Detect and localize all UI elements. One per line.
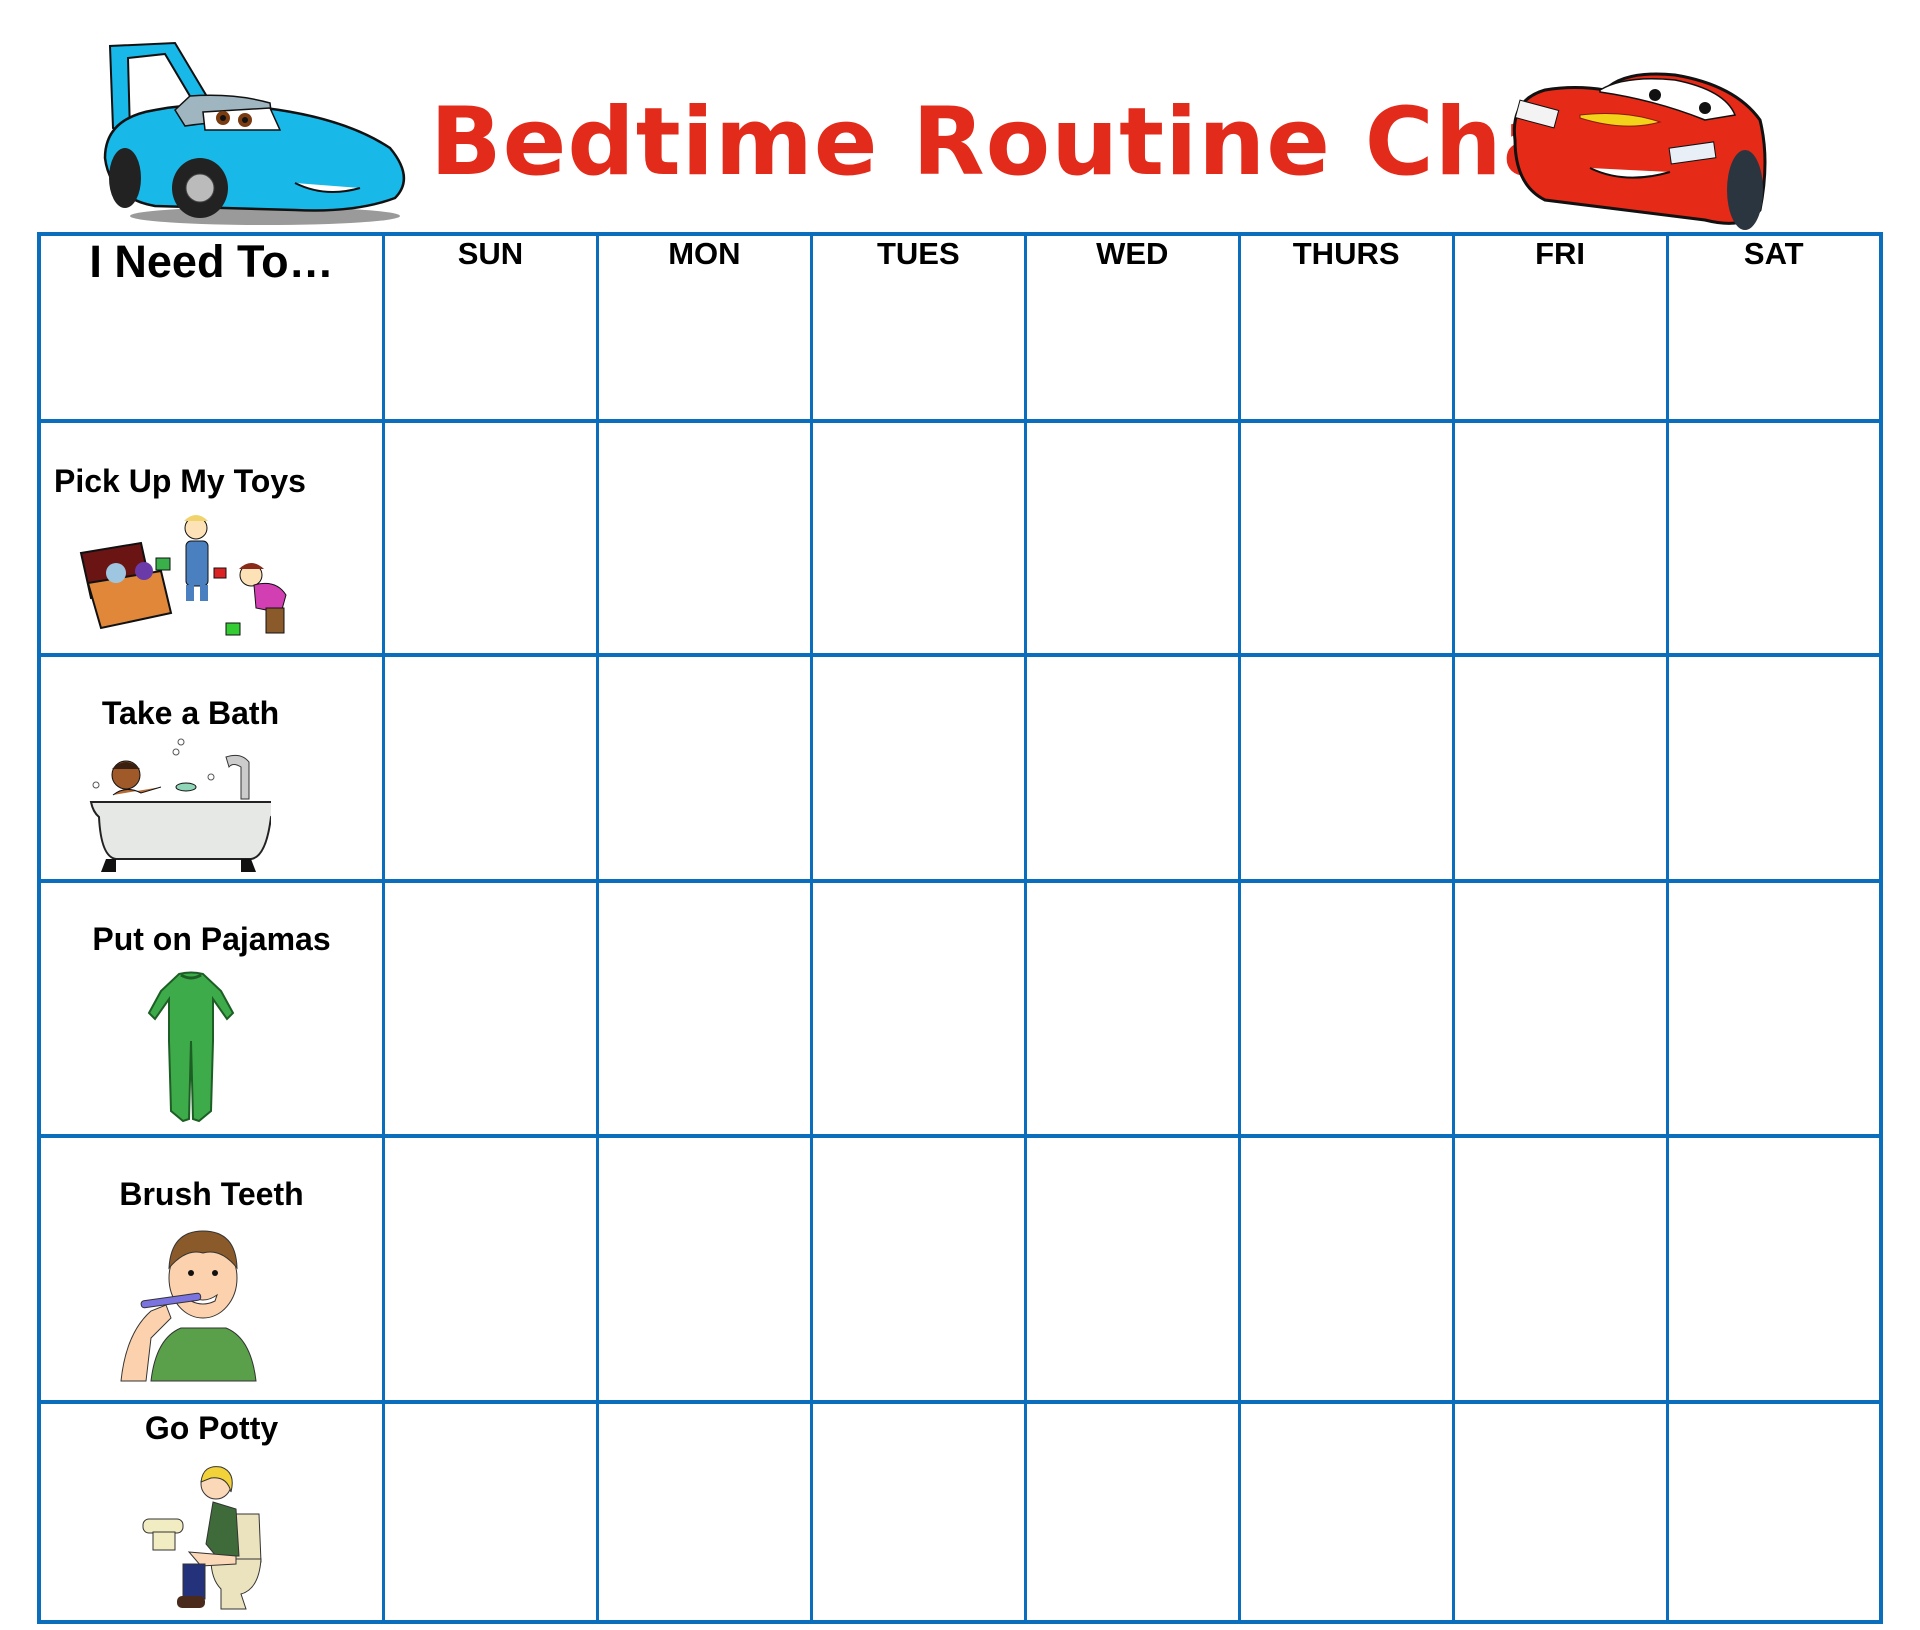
task-label: Pick Up My Toys <box>54 463 306 499</box>
header-row: I Need To… SUN MON TUES WED THURS FRI SA… <box>37 232 1883 423</box>
potty-icon <box>142 1466 262 1610</box>
check-cell-thurs[interactable] <box>1237 1400 1455 1624</box>
day-header-sat: SAT <box>1665 232 1883 423</box>
red-race-car-icon <box>1512 72 1767 230</box>
check-cell-thurs[interactable] <box>1237 879 1455 1138</box>
task-label: Take a Bath <box>101 695 280 731</box>
task-row-take-bath: Take a Bath <box>37 653 1883 883</box>
task-cell: Brush Teeth <box>37 1134 385 1404</box>
check-cell-tues[interactable] <box>809 879 1027 1138</box>
check-cell-fri[interactable] <box>1451 1400 1669 1624</box>
task-row-pick-up-toys: Pick Up My Toys <box>37 419 1883 657</box>
pajamas-icon <box>147 971 235 1123</box>
check-cell-thurs[interactable] <box>1237 653 1455 883</box>
check-cell-mon[interactable] <box>595 1400 813 1624</box>
day-header-mon: MON <box>595 232 813 423</box>
check-cell-tues[interactable] <box>809 1400 1027 1624</box>
task-label: Go Potty <box>144 1410 279 1446</box>
check-cell-fri[interactable] <box>1451 419 1669 657</box>
check-cell-wed[interactable] <box>1023 419 1241 657</box>
day-header-tues: TUES <box>809 232 1027 423</box>
task-cell: Take a Bath <box>37 653 385 883</box>
task-cell: Pick Up My Toys <box>37 419 385 657</box>
toothbrush-boy-icon <box>120 1230 257 1382</box>
check-cell-mon[interactable] <box>595 879 813 1138</box>
check-cell-wed[interactable] <box>1023 1134 1241 1404</box>
check-cell-fri[interactable] <box>1451 879 1669 1138</box>
check-cell-thurs[interactable] <box>1237 1134 1455 1404</box>
task-cell: Go Potty <box>37 1400 385 1624</box>
day-header-fri: FRI <box>1451 232 1669 423</box>
day-header-thurs: THURS <box>1237 232 1455 423</box>
check-cell-sat[interactable] <box>1665 419 1883 657</box>
check-cell-mon[interactable] <box>595 653 813 883</box>
check-cell-sun[interactable] <box>382 1134 599 1404</box>
check-cell-sun[interactable] <box>382 879 599 1138</box>
check-cell-sun[interactable] <box>382 653 599 883</box>
check-cell-mon[interactable] <box>595 419 813 657</box>
task-cell: Put on Pajamas <box>37 879 385 1138</box>
task-label: Put on Pajamas <box>92 921 331 957</box>
check-cell-thurs[interactable] <box>1237 419 1455 657</box>
check-cell-mon[interactable] <box>595 1134 813 1404</box>
check-cell-sat[interactable] <box>1665 1400 1883 1624</box>
check-cell-wed[interactable] <box>1023 879 1241 1138</box>
day-header-wed: WED <box>1023 232 1241 423</box>
check-cell-sat[interactable] <box>1665 653 1883 883</box>
task-row-put-on-pajamas: Put on Pajamas <box>37 879 1883 1138</box>
check-cell-sat[interactable] <box>1665 879 1883 1138</box>
bathtub-icon <box>89 738 271 872</box>
blue-race-car-icon <box>103 41 405 225</box>
check-cell-fri[interactable] <box>1451 1134 1669 1404</box>
day-header-sun: SUN <box>382 232 599 423</box>
check-cell-tues[interactable] <box>809 1134 1027 1404</box>
task-row-go-potty: Go Potty <box>37 1400 1883 1624</box>
check-cell-sun[interactable] <box>382 419 599 657</box>
check-cell-sun[interactable] <box>382 1400 599 1624</box>
task-label: Brush Teeth <box>119 1176 304 1212</box>
check-cell-fri[interactable] <box>1451 653 1669 883</box>
check-cell-wed[interactable] <box>1023 1400 1241 1624</box>
routine-chart-table: I Need To… SUN MON TUES WED THURS FRI SA… <box>37 232 1883 1624</box>
task-column-header: I Need To… <box>37 232 385 423</box>
task-row-brush-teeth: Brush Teeth <box>37 1134 1883 1404</box>
check-cell-tues[interactable] <box>809 419 1027 657</box>
check-cell-wed[interactable] <box>1023 653 1241 883</box>
page-title: Bedtime Routine Chart <box>430 88 1661 197</box>
toys-cleanup-icon <box>79 515 287 636</box>
check-cell-sat[interactable] <box>1665 1134 1883 1404</box>
check-cell-tues[interactable] <box>809 653 1027 883</box>
